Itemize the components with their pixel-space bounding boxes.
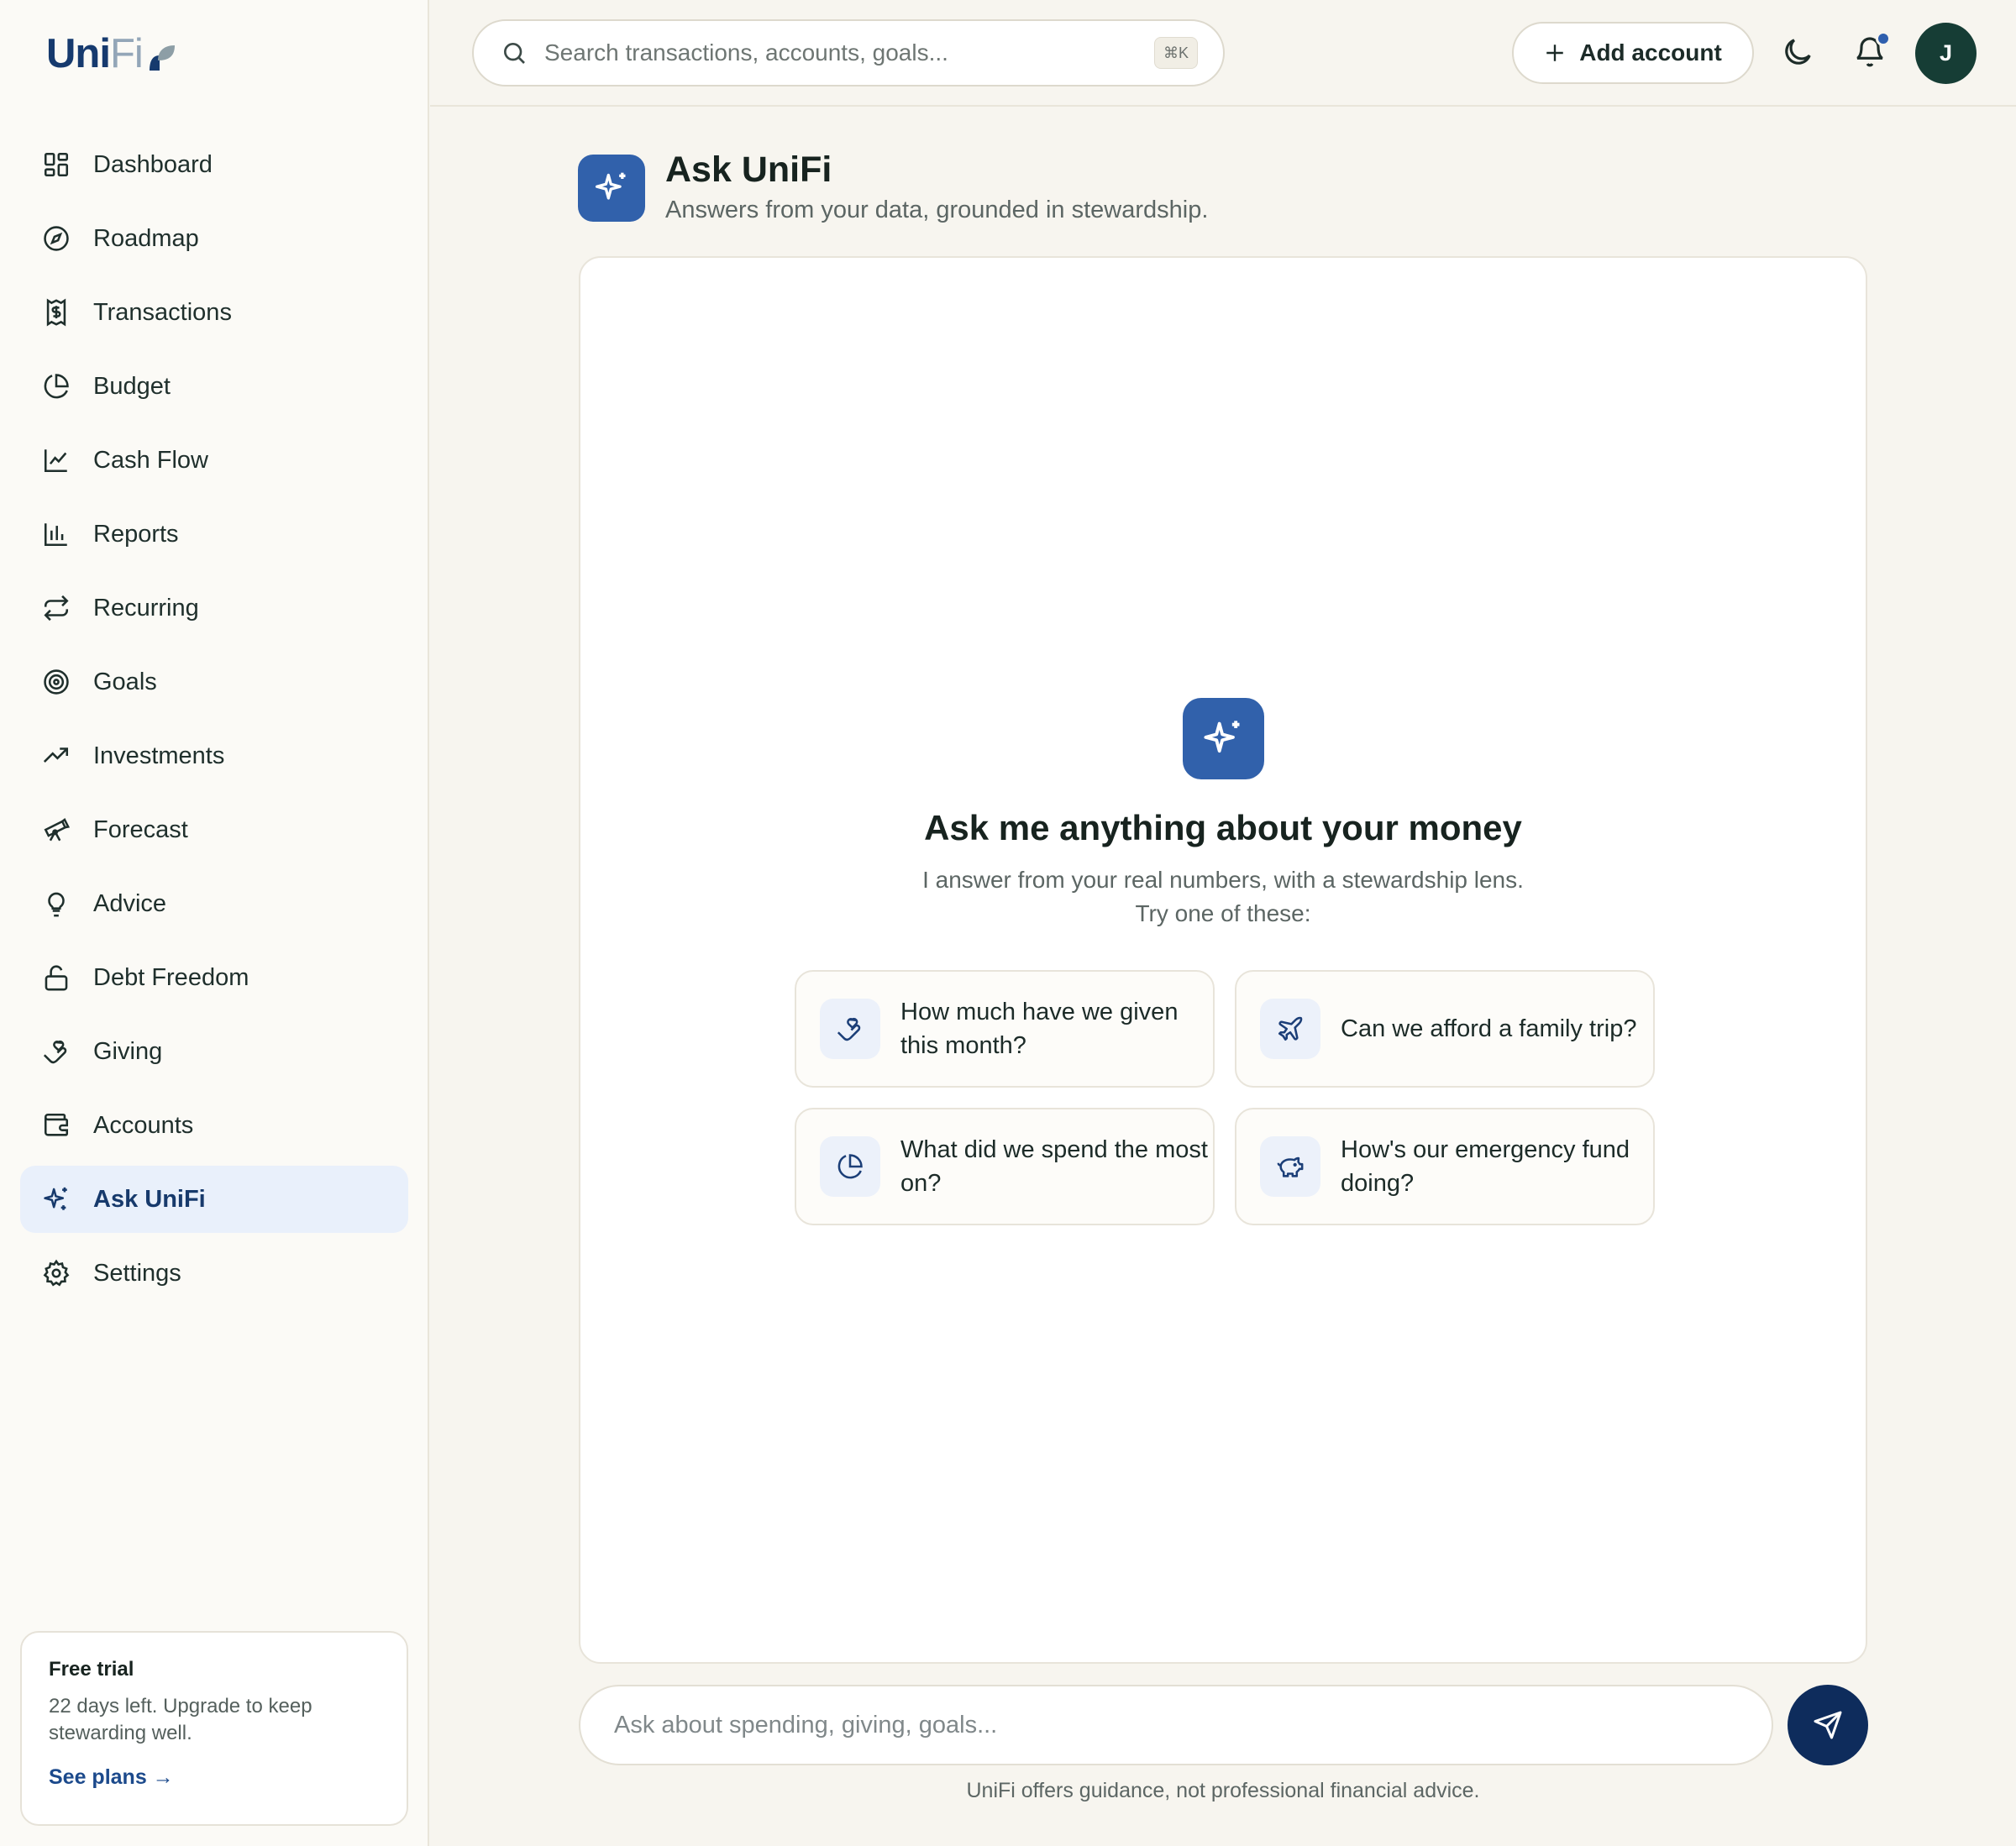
sidebar-item-label: Recurring	[93, 594, 199, 621]
chat-panel: Ask me anything about your money I answe…	[579, 256, 1867, 1664]
sidebar-item-reports[interactable]: Reports	[20, 501, 408, 568]
send-button[interactable]	[1788, 1685, 1868, 1765]
sidebar-item-label: Debt Freedom	[93, 963, 249, 991]
assistant-badge	[1182, 698, 1264, 779]
dark-mode-toggle[interactable]	[1781, 35, 1814, 73]
sidebar-item-label: Settings	[93, 1259, 181, 1287]
sparkles-icon	[1204, 720, 1240, 753]
trial-title: Free trial	[49, 1658, 134, 1681]
lightbulb-icon	[40, 888, 72, 920]
trial-text: 22 days left. Upgrade to keep stewarding…	[49, 1695, 312, 1744]
moon-icon	[1785, 39, 1811, 65]
suggestion-text: What did we spend the most on?	[900, 1136, 1208, 1197]
compass-icon	[40, 223, 72, 254]
chat-empty-state: Ask me anything about your money I answe…	[580, 698, 1866, 931]
suggestion-grid: How much have we given this month? Can w…	[795, 970, 1655, 1225]
sidebar-item-label: Investments	[93, 742, 225, 769]
unlock-icon	[40, 962, 72, 994]
sidebar-item-ask-unifi[interactable]: Ask UniFi	[20, 1166, 408, 1233]
search-icon	[504, 43, 525, 64]
see-plans-link[interactable]: See plans →	[49, 1765, 174, 1790]
sidebar-item-label: Budget	[93, 372, 171, 400]
empty-state-subtitle: I answer from your real numbers, with a …	[580, 863, 1866, 931]
sidebar-item-label: Cash Flow	[93, 446, 208, 474]
global-search[interactable]: Search transactions, accounts, goals... …	[472, 19, 1225, 87]
telescope-icon	[40, 814, 72, 846]
target-icon	[40, 666, 72, 698]
empty-state-line: I answer from your real numbers, with a …	[922, 867, 1524, 893]
sidebar-item-transactions[interactable]: Transactions	[20, 279, 408, 346]
sidebar-item-roadmap[interactable]: Roadmap	[20, 205, 408, 272]
sidebar-item-label: Accounts	[93, 1111, 194, 1139]
notification-dot	[1876, 31, 1891, 46]
plane-icon	[1260, 999, 1320, 1059]
sidebar-item-cash-flow[interactable]: Cash Flow	[20, 427, 408, 494]
suggestion-emergency-fund[interactable]: How's our emergency fund doing?	[1235, 1108, 1655, 1225]
line-chart-icon	[40, 444, 72, 476]
add-account-button[interactable]: Add account	[1512, 22, 1754, 84]
empty-state-prompt: Try one of these:	[1135, 900, 1311, 926]
pie-chart-icon	[40, 370, 72, 402]
sidebar-item-label: Dashboard	[93, 150, 213, 178]
sidebar-item-label: Reports	[93, 520, 179, 548]
sparkles-icon	[595, 172, 626, 200]
sidebar-item-investments[interactable]: Investments	[20, 722, 408, 789]
suggestion-text: How's our emergency fund doing?	[1341, 1136, 1630, 1197]
wallet-icon	[40, 1109, 72, 1141]
sidebar-item-forecast[interactable]: Forecast	[20, 796, 408, 863]
sidebar-nav: Dashboard Roadmap Transactions Budget Ca…	[20, 131, 408, 1314]
sidebar-item-label: Advice	[93, 889, 167, 917]
free-trial-card: Free trial 22 days left. Upgrade to keep…	[20, 1631, 408, 1826]
dashboard-icon	[40, 149, 72, 181]
sidebar-item-label: Roadmap	[93, 224, 199, 252]
suggestion-giving[interactable]: How much have we given this month?	[795, 970, 1215, 1088]
sidebar-item-label: Goals	[93, 668, 157, 695]
sparkles-icon	[40, 1183, 72, 1215]
top-bar: Search transactions, accounts, goals... …	[430, 0, 2016, 107]
hand-heart-icon	[40, 1036, 72, 1067]
page-title: Ask UniFi	[665, 149, 832, 190]
piggy-bank-icon	[1260, 1136, 1320, 1197]
plus-icon	[1546, 45, 1563, 61]
search-input[interactable]: Search transactions, accounts, goals...	[544, 39, 1154, 66]
suggestion-top-spending[interactable]: What did we spend the most on?	[795, 1108, 1215, 1225]
sidebar-item-label: Giving	[93, 1037, 163, 1065]
bar-chart-icon	[40, 518, 72, 550]
send-icon	[1814, 1711, 1842, 1739]
avatar[interactable]: J	[1915, 23, 1977, 84]
sidebar-item-advice[interactable]: Advice	[20, 870, 408, 937]
chat-input[interactable]	[579, 1685, 1773, 1765]
sidebar-item-label: Ask UniFi	[93, 1185, 206, 1213]
sidebar-item-goals[interactable]: Goals	[20, 648, 408, 716]
ask-unifi-badge	[578, 155, 645, 222]
sidebar-item-budget[interactable]: Budget	[20, 353, 408, 420]
empty-state-title: Ask me anything about your money	[924, 808, 1522, 847]
page-subtitle: Answers from your data, grounded in stew…	[665, 197, 1209, 223]
shortcut-badge: ⌘K	[1154, 37, 1198, 69]
logo-text-main: Uni	[46, 31, 111, 76]
suggestion-text: How much have we given this month?	[900, 999, 1179, 1059]
repeat-icon	[40, 592, 72, 624]
leaf-logo-icon	[149, 45, 175, 71]
gear-icon	[40, 1257, 72, 1289]
sidebar-item-accounts[interactable]: Accounts	[20, 1092, 408, 1159]
sidebar-item-settings[interactable]: Settings	[20, 1240, 408, 1307]
receipt-dollar-icon	[40, 296, 72, 328]
unifi-logo[interactable]: Uni Fi	[46, 30, 176, 77]
pie-chart-icon	[820, 1136, 880, 1197]
suggestion-text: Can we afford a family trip?	[1341, 1015, 1637, 1042]
hand-heart-icon	[820, 999, 880, 1059]
add-account-label: Add account	[1579, 39, 1722, 66]
sidebar-item-label: Forecast	[93, 815, 188, 843]
disclaimer: UniFi offers guidance, not professional …	[966, 1779, 1480, 1802]
suggestion-family-trip[interactable]: Can we afford a family trip?	[1235, 970, 1655, 1088]
logo-text-accent: Fi	[109, 31, 144, 76]
sidebar-item-giving[interactable]: Giving	[20, 1018, 408, 1085]
sidebar-item-dashboard[interactable]: Dashboard	[20, 131, 408, 198]
sidebar-item-label: Transactions	[93, 298, 232, 326]
sidebar-item-debt-freedom[interactable]: Debt Freedom	[20, 944, 408, 1011]
trending-up-icon	[40, 740, 72, 772]
sidebar: Uni Fi Dashboard Roadmap Transactions Bu…	[0, 0, 429, 1846]
sidebar-item-recurring[interactable]: Recurring	[20, 574, 408, 642]
